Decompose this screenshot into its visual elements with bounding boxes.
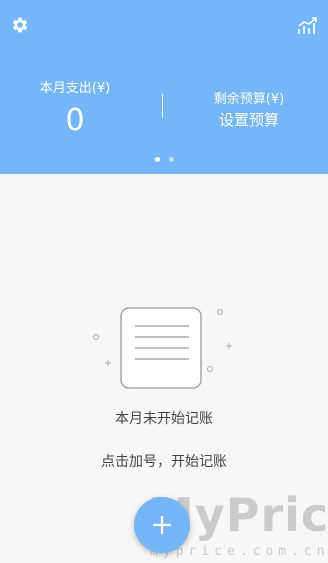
empty-state-hint: 点击加号，开始记账 xyxy=(101,454,227,470)
add-record-button[interactable] xyxy=(134,497,190,553)
remaining-budget-label: 剩余预算(¥) xyxy=(213,92,285,107)
summary-header: 本月支出(¥) 0 剩余预算(¥) 设置预算 xyxy=(0,0,328,174)
monthly-spent-label: 本月支出(¥) xyxy=(39,81,111,96)
settings-gear-icon[interactable] xyxy=(10,15,30,35)
empty-state-title: 本月未开始记账 xyxy=(115,411,213,427)
header-divider xyxy=(162,94,163,118)
statistics-chart-icon[interactable] xyxy=(297,16,319,36)
plus-icon xyxy=(153,516,171,534)
page-dot-2[interactable] xyxy=(168,157,174,162)
page-indicator xyxy=(0,157,328,162)
monthly-spent-value: 0 xyxy=(65,103,85,138)
empty-ledger-illustration xyxy=(93,307,232,389)
set-budget-link[interactable]: 设置预算 xyxy=(174,109,324,130)
page-dot-1[interactable] xyxy=(154,157,160,162)
